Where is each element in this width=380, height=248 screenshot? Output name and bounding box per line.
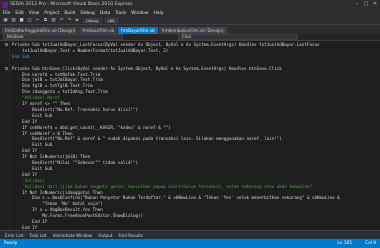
code-line[interactable]: "Tekan 'No' batal saja")	[12, 201, 103, 206]
tab-immediate-window[interactable]: Immediate Window	[51, 233, 95, 238]
menu-edit[interactable]: Edit	[15, 11, 24, 16]
code-line[interactable]: My.Forms.FreeAnonPostEditor.ShowDialog()	[12, 213, 143, 218]
collapse-icon[interactable]	[5, 66, 8, 70]
code-line[interactable]: Dim jmlB = txtJmlBayar.Text.Trim	[12, 77, 103, 82]
new-project-icon[interactable]: ▣	[3, 18, 8, 23]
code-line[interactable]: Dim x = BoxQConfirm("Bukan Penyetor Buka…	[12, 195, 340, 200]
open-icon[interactable]: ▤	[11, 18, 16, 23]
code-line[interactable]: Dim tglB = txtTglB.Text.Trim	[12, 83, 93, 88]
code-line[interactable]: 'Validasi Noref	[12, 95, 60, 100]
menu-tools[interactable]: Tools	[115, 11, 126, 16]
tab-error-list[interactable]: Error List	[3, 233, 25, 238]
code-line[interactable]: End Sub	[12, 54, 30, 59]
save-all-icon[interactable]: ◫	[27, 18, 32, 23]
code-line[interactable]: End If	[12, 219, 47, 224]
code-line[interactable]: 'Validasi dari (jika bukan anggota genie…	[12, 184, 312, 189]
menu-help[interactable]: Help	[153, 11, 163, 16]
window-controls: – □ ✕	[354, 1, 378, 7]
line-number: Ln 165	[337, 241, 352, 246]
status-text: Ready	[4, 241, 18, 246]
menu-view[interactable]: View	[29, 11, 39, 16]
code-editor[interactable]: Private Sub txtJualAdBayar_LostFocus(ByV…	[0, 41, 380, 230]
menu-debug[interactable]: Debug	[80, 11, 94, 16]
code-line[interactable]: Exit Sub	[12, 142, 52, 147]
code-line[interactable]: If cekNoref$ = dbd.get_count(__KASIR, "k…	[12, 125, 171, 130]
document-tabs: frmDaftarAnggotaFilm.vb [Design] frmKasi…	[0, 25, 380, 34]
menu-bar: File Edit View Project Build Debug Data …	[0, 9, 380, 17]
code-line[interactable]: BoxAlert("Nilai ""Sebesar"" tidak valid!…	[12, 160, 138, 165]
bottom-tool-tabs: Error List Task List Immediate Window Ou…	[0, 230, 380, 239]
menu-project[interactable]: Project	[44, 11, 59, 16]
menu-window[interactable]: Window	[131, 11, 148, 16]
title-bar: SEDIA 2012 Pro - Microsoft Visual Basic …	[0, 0, 380, 9]
minimize-button[interactable]: –	[354, 1, 360, 7]
menu-data[interactable]: Data	[100, 11, 110, 16]
tab-kembalian-film-design[interactable]: frmKembalianFilm.vb [Design]	[158, 27, 227, 34]
save-icon[interactable]: ■	[19, 18, 24, 23]
solution-config-select[interactable]: Debug	[83, 18, 102, 23]
code-line[interactable]: End If	[12, 119, 37, 124]
code-line[interactable]: End If	[12, 148, 37, 153]
code-line[interactable]: Private Sub btnSave_Click(ByVal sender A…	[12, 66, 282, 71]
tab-bayar-film[interactable]: frmBayarFilm.vb	[118, 27, 158, 34]
column-number: Col 9	[365, 241, 376, 246]
code-line[interactable]: If noref <> "" Then	[12, 101, 70, 106]
code-line[interactable]: Exit Sub	[12, 166, 52, 171]
tab-output[interactable]: Output	[96, 233, 114, 238]
code-line[interactable]: Dim noref$ = txtNoFak.Text.Trim	[12, 72, 100, 77]
menu-file[interactable]: File	[3, 11, 10, 16]
status-bar: Ready Ln 165 Col 9	[0, 239, 380, 248]
redo-icon[interactable]: ↷	[67, 18, 72, 23]
maximize-button[interactable]: □	[363, 1, 369, 7]
code-line[interactable]: If cekNoref > 0 Then	[12, 131, 72, 136]
code-line[interactable]: If x = VbgBoxResult.Yes Then	[12, 207, 103, 212]
tab-daftar-anggota-design[interactable]: frmDaftarAnggotaFilm.vb [Design]	[2, 27, 79, 34]
code-navigation-bar: btnSave Click	[0, 34, 380, 41]
visual-studio-icon	[2, 1, 8, 8]
code-line[interactable]: BoxAlert("No.Ref. Transaksi harus diisi!…	[12, 107, 138, 112]
menu-build[interactable]: Build	[64, 11, 75, 16]
cut-icon[interactable]: ✂	[35, 18, 40, 23]
object-dropdown[interactable]: btnSave	[3, 34, 123, 40]
platform-select[interactable]: x86	[104, 18, 118, 23]
code-line[interactable]: Dim idanggota = txtIdAng.Text.Trim	[12, 89, 108, 94]
code-line[interactable]: Exit Sub	[12, 113, 52, 118]
event-dropdown[interactable]: Click	[178, 34, 298, 40]
start-icon[interactable]: ▶	[75, 18, 80, 23]
code-line[interactable]: End If	[12, 172, 37, 177]
paste-icon[interactable]: ▥	[51, 18, 56, 23]
tab-task-list[interactable]: Task List	[27, 233, 48, 238]
undo-icon[interactable]: ↶	[59, 18, 64, 23]
code-line[interactable]: Private Sub txtJualAdBayar_LostFocus(ByV…	[12, 42, 320, 47]
code-line[interactable]: 'Validasi	[12, 178, 45, 183]
tab-find-results[interactable]: Find Results	[116, 233, 144, 238]
code-line[interactable]: If Not IsNumeric(idanggota) Then	[12, 190, 103, 195]
tab-kasir-film[interactable]: frmKasirFilm.vb	[79, 27, 118, 34]
standard-toolbar: ▣ ▤ ■ ◫ ✂ ⧉ ▥ ↶ ↷ ▶ Debug x86	[0, 17, 380, 25]
code-line[interactable]: BoxAlert("No.Ref" & noref & " sudah dipa…	[12, 136, 282, 141]
copy-icon[interactable]: ⧉	[43, 18, 48, 23]
collapse-icon[interactable]	[5, 43, 8, 46]
code-line[interactable]: If Not IsNumeric(jmlB) Then	[12, 154, 90, 159]
close-button[interactable]: ✕	[372, 1, 378, 7]
code-line[interactable]: txtJualAdBayar.Text = NumberFormat(txtJu…	[12, 48, 168, 53]
window-title: SEDIA 2012 Pro - Microsoft Visual Basic …	[10, 2, 133, 7]
